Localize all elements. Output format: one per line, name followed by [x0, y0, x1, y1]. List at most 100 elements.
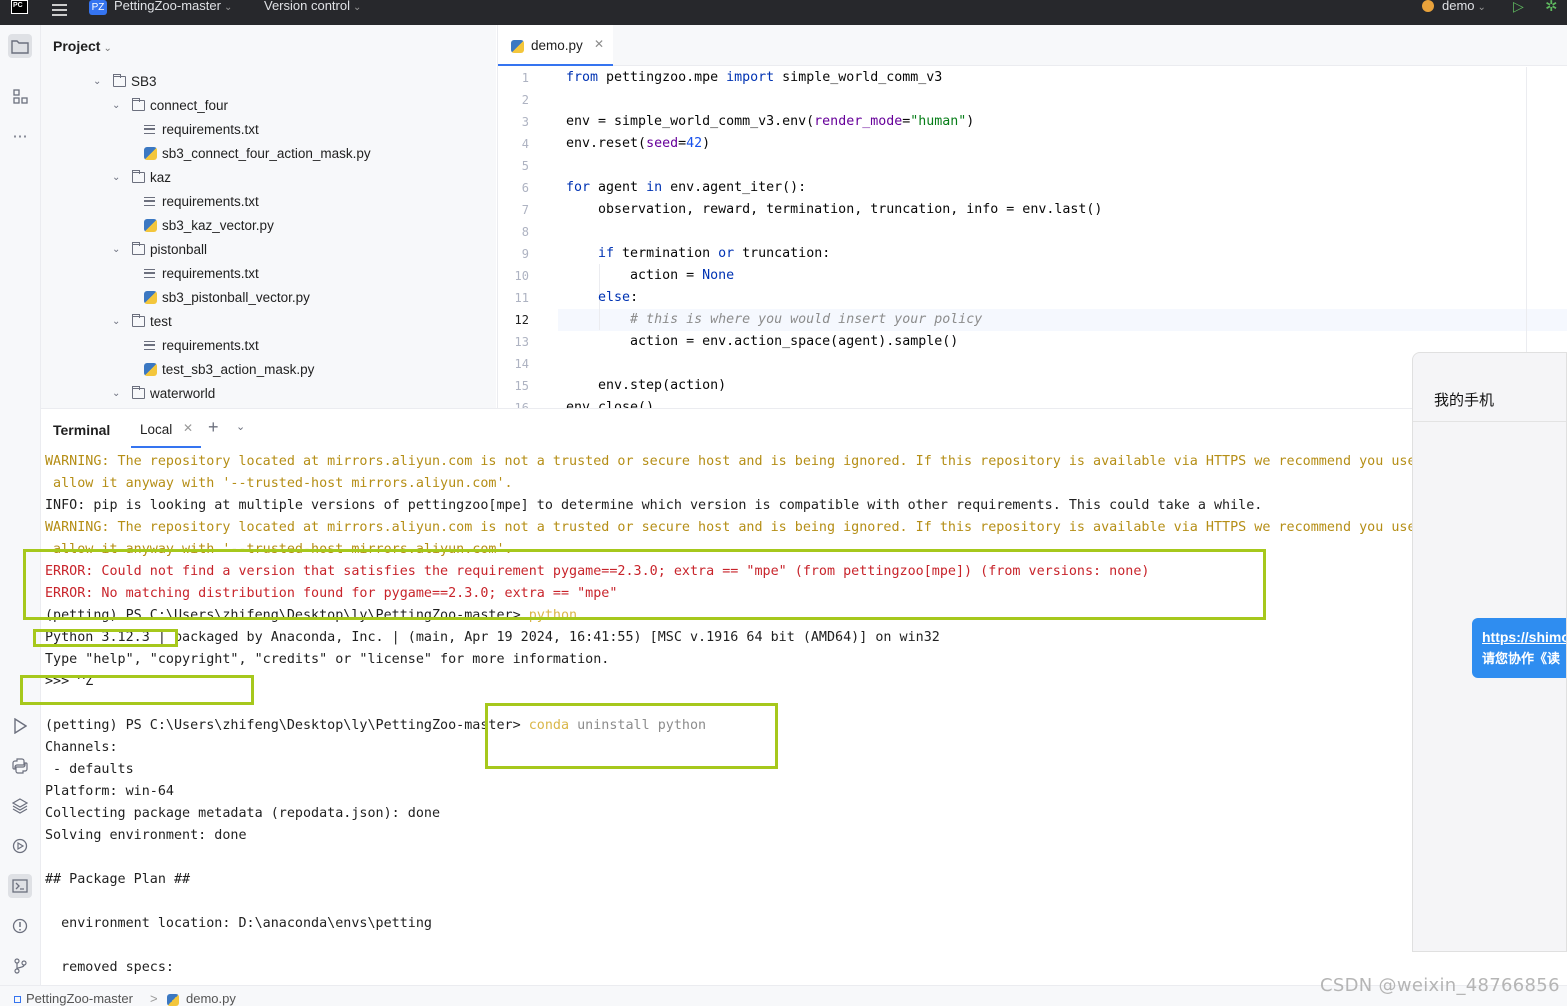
- tree-item-label: test: [150, 314, 172, 329]
- code-token: pettingzoo.mpe: [598, 70, 727, 85]
- run-tool-icon[interactable]: [8, 714, 32, 738]
- line-number: 6: [521, 181, 529, 195]
- code-token: or: [718, 246, 735, 261]
- terminal-tab-local[interactable]: Local: [140, 422, 172, 437]
- pycharm-logo-icon: PC: [11, 0, 28, 14]
- chat-link[interactable]: https://shimo: [1482, 626, 1566, 648]
- debug-icon[interactable]: ✲: [1545, 0, 1558, 15]
- folder-icon: [132, 170, 145, 183]
- project-name: PettingZoo-master: [114, 0, 221, 13]
- project-panel-header[interactable]: Project ⌄: [53, 38, 112, 54]
- python-packages-icon[interactable]: [8, 794, 32, 818]
- line-number: 2: [521, 93, 529, 107]
- close-tab-icon[interactable]: ✕: [594, 37, 604, 51]
- code-line-10: action = None: [566, 265, 734, 287]
- tab-demo-py[interactable]: demo.py ✕: [498, 25, 613, 66]
- chat-bubble[interactable]: https://shimo 请您协作《读: [1472, 618, 1566, 678]
- breadcrumb-file[interactable]: demo.py: [186, 991, 236, 1006]
- line-number: 11: [514, 291, 529, 305]
- tree-item[interactable]: requirements.txt: [41, 262, 496, 286]
- code-line-7: observation, reward, termination, trunca…: [566, 202, 1103, 217]
- chevron-down-icon[interactable]: ⌄: [112, 166, 120, 190]
- line-number: 4: [521, 137, 529, 151]
- run-config-label: demo: [1442, 0, 1475, 13]
- code-token: else: [598, 290, 631, 305]
- title-bar: PC PZ PettingZoo-master ⌄ Version control…: [0, 0, 1567, 25]
- chevron-down-icon[interactable]: ⌄: [112, 310, 120, 334]
- python-file-icon: [144, 363, 157, 376]
- terminal-icon[interactable]: [8, 874, 32, 898]
- terminal-title: Terminal: [53, 422, 111, 438]
- code-token: render_mode: [814, 114, 903, 129]
- git-branch-icon[interactable]: [8, 954, 32, 978]
- chevron-down-icon[interactable]: ⌄: [112, 94, 120, 118]
- chevron-down-icon[interactable]: ⌄: [112, 238, 120, 262]
- project-tool-folder-icon[interactable]: [8, 34, 32, 58]
- tree-item[interactable]: requirements.txt: [41, 190, 496, 214]
- tool-window-strip: ⋯: [0, 25, 41, 985]
- tree-item-label: sb3_kaz_vector.py: [162, 218, 274, 233]
- terminal-line: removed specs:: [45, 960, 174, 975]
- tab-label: demo.py: [531, 38, 583, 53]
- chevron-down-icon: ⌄: [353, 2, 362, 13]
- tree-item[interactable]: ⌄ kaz: [41, 166, 496, 190]
- tree-item-label: connect_four: [150, 98, 229, 113]
- text-file-icon: [144, 125, 155, 134]
- chevron-down-icon: ⌄: [103, 43, 112, 54]
- python-file-icon: [511, 40, 524, 53]
- tree-item[interactable]: ⌄ waterworld: [41, 382, 496, 406]
- terminal-line: Collecting package metadata (repodata.js…: [45, 806, 441, 821]
- project-switcher[interactable]: PettingZoo-master ⌄: [114, 0, 232, 13]
- chevron-down-icon: ⌄: [1477, 2, 1486, 13]
- code-token: ): [966, 114, 975, 129]
- problems-icon[interactable]: [8, 914, 32, 938]
- run-icon[interactable]: ▷: [1513, 0, 1524, 15]
- tree-item[interactable]: ⌄ SB3: [41, 70, 496, 94]
- tree-item-label: sb3_connect_four_action_mask.py: [162, 146, 371, 161]
- chevron-down-icon: ⌄: [223, 2, 233, 13]
- project-panel: Project ⌄ ⌄ SB3 ⌄ connect_four requirements.t…: [41, 25, 535, 408]
- code-line-13: action = env.action_space(agent).sample(…: [566, 334, 959, 349]
- tree-item[interactable]: test_sb3_action_mask.py: [41, 358, 496, 382]
- line-number: 13: [514, 335, 529, 349]
- chevron-down-icon[interactable]: ⌄: [236, 420, 245, 433]
- main-menu-icon[interactable]: [52, 4, 67, 16]
- python-console-icon[interactable]: [8, 754, 32, 778]
- close-terminal-tab-icon[interactable]: ✕: [183, 421, 193, 435]
- structure-icon[interactable]: [8, 85, 32, 109]
- tree-item-label: waterworld: [150, 386, 216, 401]
- project-badge: PZ: [89, 0, 107, 15]
- highlight-box-errors: [23, 549, 1266, 620]
- tree-item[interactable]: requirements.txt: [41, 334, 496, 358]
- folder-icon: [132, 98, 145, 111]
- tree-item[interactable]: ⌄ connect_four: [41, 94, 496, 118]
- tree-item-label: kaz: [150, 170, 172, 185]
- terminal-line: allow it anyway with '--trusted-host mir…: [45, 476, 513, 491]
- chevron-down-icon[interactable]: ⌄: [112, 382, 120, 406]
- python-file-icon: [167, 994, 179, 1006]
- version-control-menu[interactable]: Version control ⌄: [264, 0, 361, 13]
- code-token: ): [702, 136, 711, 151]
- tree-item[interactable]: sb3_connect_four_action_mask.py: [41, 142, 496, 166]
- chevron-down-icon[interactable]: ⌄: [93, 70, 101, 94]
- text-file-icon: [144, 341, 155, 350]
- code-line-9: if termination or truncation:: [566, 243, 830, 265]
- run-config-selector[interactable]: demo ⌄: [1442, 0, 1486, 13]
- more-tools-icon[interactable]: ⋯: [8, 124, 32, 148]
- terminal-line: Solving environment: done: [45, 828, 247, 843]
- tree-item-label: sb3_pistonball_vector.py: [162, 290, 310, 305]
- tree-item[interactable]: sb3_kaz_vector.py: [41, 214, 496, 238]
- highlight-box-exit: [20, 675, 254, 705]
- new-terminal-plus-icon[interactable]: +: [208, 417, 219, 438]
- tree-item[interactable]: sb3_pistonball_vector.py: [41, 286, 496, 310]
- project-tree: ⌄ SB3 ⌄ connect_four requirements.txt sb3_con…: [41, 70, 496, 406]
- tree-item[interactable]: ⌄ test: [41, 310, 496, 334]
- line-number: 9: [521, 247, 529, 261]
- breadcrumb-project[interactable]: PettingZoo-master: [26, 991, 133, 1006]
- services-icon[interactable]: [8, 834, 32, 858]
- tree-item[interactable]: ⌄ pistonball: [41, 238, 496, 262]
- version-control-label: Version control: [264, 0, 350, 13]
- terminal-line: environment location: D:\anaconda\envs\p…: [45, 916, 432, 931]
- tree-item[interactable]: requirements.txt: [41, 118, 496, 142]
